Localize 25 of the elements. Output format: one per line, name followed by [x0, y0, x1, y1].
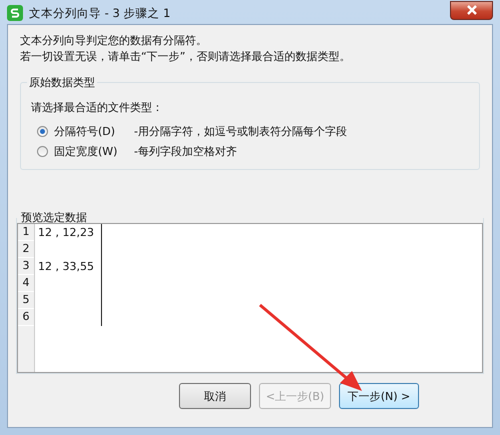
intro-text: 若一切设置无误，请单击“下一步”，否则请选择最合适的数据类型。 [20, 49, 352, 65]
line-number: 1 [18, 224, 34, 241]
data-text: 12 , 12,23 [38, 226, 94, 239]
dialog-button[interactable]: 下一步(N) > [339, 383, 419, 409]
option-description: -用分隔字符，如逗号或制表符分隔每个字段 [134, 124, 347, 138]
option-label[interactable]: 固定宽度(W) [54, 144, 134, 158]
option-label[interactable]: 分隔符号(D) [54, 124, 134, 138]
line-number: 6 [18, 309, 34, 326]
radio-button[interactable] [37, 146, 48, 156]
close-icon [466, 5, 478, 15]
window-title: 文本分列向导 - 3 步骤之 1 [29, 6, 170, 20]
close-button[interactable] [450, 0, 493, 20]
group-title: 预览选定数据 [20, 210, 88, 225]
dialog-button[interactable]: 取消 [179, 383, 251, 409]
radio-button[interactable] [37, 126, 48, 136]
prompt-label: 请选择最合适的文件类型： [31, 100, 164, 115]
line-number: 3 [18, 258, 34, 275]
line-number: 5 [18, 292, 34, 309]
line-number: 2 [18, 241, 34, 258]
line-number: 4 [18, 275, 34, 292]
intro-text: 文本分列向导判定您的数据有分隔符。 [20, 33, 208, 49]
app-icon [7, 5, 23, 21]
data-text: 12 , 33,55 [38, 260, 94, 273]
group-title: 原始数据类型 [28, 75, 96, 90]
option-description: -每列字段加空格对齐 [134, 144, 237, 158]
